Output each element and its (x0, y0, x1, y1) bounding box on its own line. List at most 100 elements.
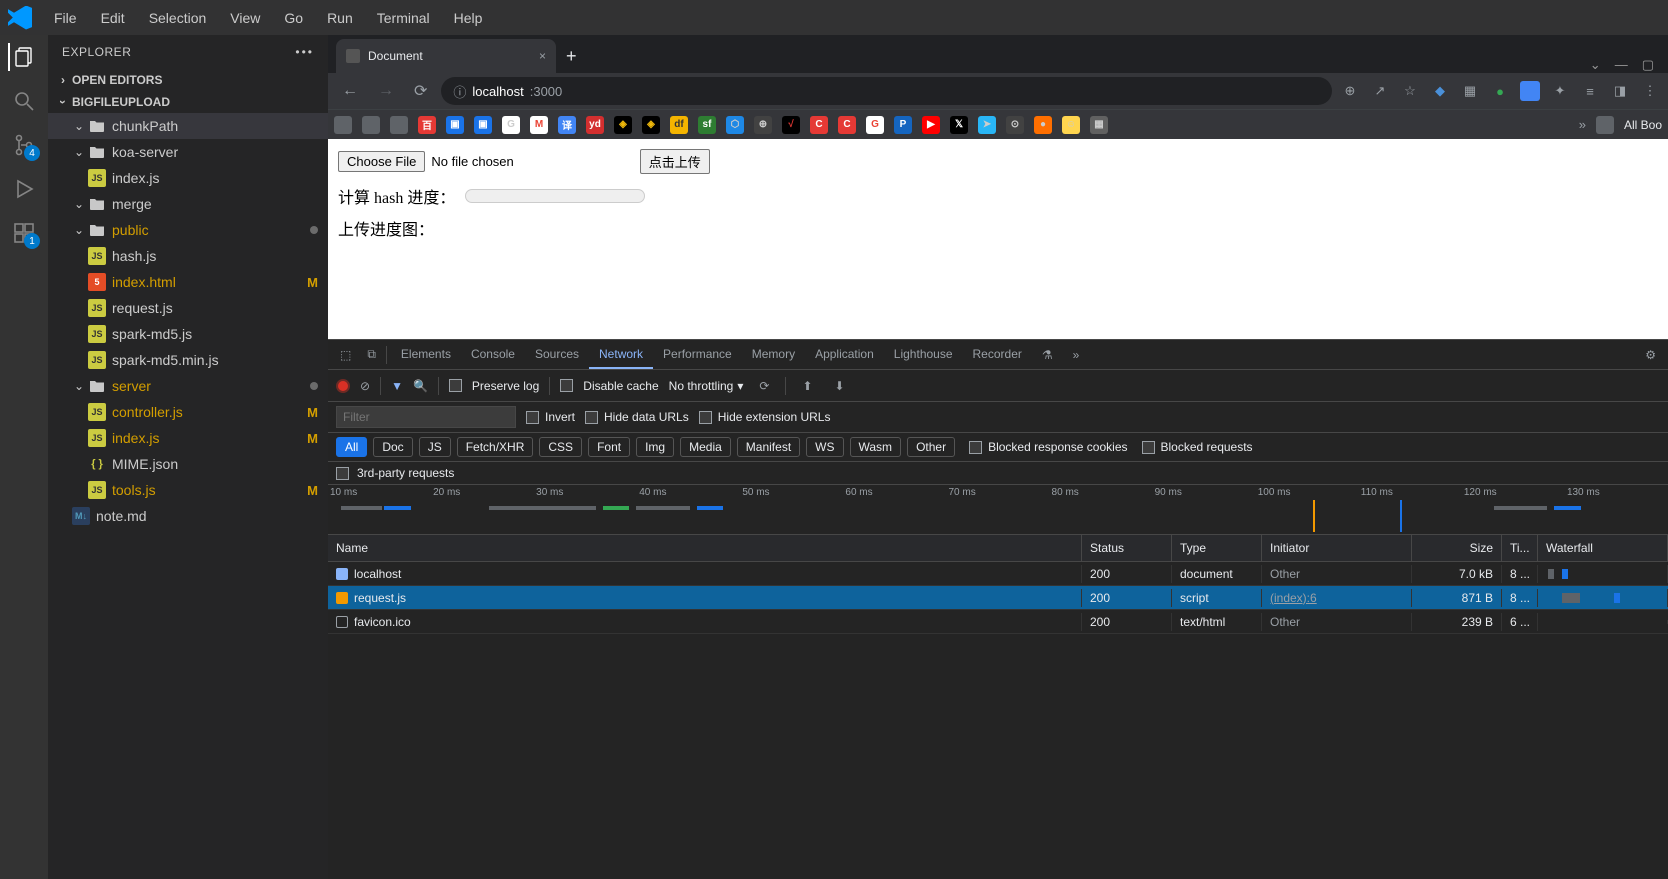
zoom-icon[interactable]: ⊕ (1340, 81, 1360, 101)
ext-2-icon[interactable]: ▦ (1460, 81, 1480, 101)
extensions-puzzle-icon[interactable]: ✦ (1550, 81, 1570, 101)
forward-button[interactable]: → (372, 78, 400, 104)
tree-item[interactable]: 5index.htmlM (48, 269, 328, 295)
blocked-requests-checkbox[interactable] (1142, 441, 1155, 454)
menu-go[interactable]: Go (274, 6, 313, 30)
network-row[interactable]: request.js200script(index):6871 B8 ... (328, 586, 1668, 610)
column-header[interactable]: Initiator (1262, 535, 1412, 561)
search-icon[interactable]: 🔍 (413, 379, 428, 393)
preserve-log-checkbox[interactable] (449, 379, 462, 392)
filter-input[interactable] (336, 406, 516, 428)
bookmark-star-icon[interactable]: ☆ (1400, 81, 1420, 101)
bookmark-item[interactable]: ⬡ (726, 116, 744, 134)
browser-tab[interactable]: Document × (336, 39, 556, 73)
bookmark-item[interactable]: P (894, 116, 912, 134)
filter-type-js[interactable]: JS (419, 437, 451, 457)
bookmark-item[interactable]: ▣ (474, 116, 492, 134)
bookmark-item[interactable]: sf (698, 116, 716, 134)
filter-type-img[interactable]: Img (636, 437, 674, 457)
bookmark-item[interactable]: C (838, 116, 856, 134)
choose-file-button[interactable]: Choose File (338, 151, 425, 172)
filter-type-manifest[interactable]: Manifest (737, 437, 800, 457)
network-row[interactable]: favicon.ico200text/htmlOther239 B6 ... (328, 610, 1668, 634)
record-button[interactable] (336, 379, 350, 393)
bookmark-item[interactable]: 译 (558, 116, 576, 134)
tree-item[interactable]: M↓note.md (48, 503, 328, 529)
project-section[interactable]: › BIGFILEUPLOAD (48, 91, 328, 113)
column-header[interactable]: Type (1172, 535, 1262, 561)
bookmark-item[interactable]: 百 (418, 116, 436, 134)
chrome-menu-icon[interactable]: ⋮ (1640, 81, 1660, 101)
all-bookmarks-label[interactable]: All Boo (1624, 118, 1662, 132)
import-har-icon[interactable]: ⬆ (796, 375, 818, 397)
tree-item[interactable]: ⌄koa-server (48, 139, 328, 165)
bookmark-item[interactable]: G (866, 116, 884, 134)
bookmark-item[interactable]: ▣ (446, 116, 464, 134)
filter-type-fetchxhr[interactable]: Fetch/XHR (457, 437, 534, 457)
open-editors-section[interactable]: › OPEN EDITORS (48, 69, 328, 91)
tree-item[interactable]: JSspark-md5.min.js (48, 347, 328, 373)
devtools-tab-performance[interactable]: Performance (653, 341, 742, 369)
clear-button[interactable]: ⊘ (360, 379, 370, 393)
tree-item[interactable]: ⌄chunkPath (48, 113, 328, 139)
export-har-icon[interactable]: ⬇ (829, 375, 851, 397)
network-row[interactable]: localhost200documentOther7.0 kB8 ... (328, 562, 1668, 586)
filter-type-ws[interactable]: WS (806, 437, 843, 457)
share-icon[interactable]: ↗ (1370, 81, 1390, 101)
bookmark-item[interactable]: yd (586, 116, 604, 134)
search-icon[interactable] (10, 87, 38, 115)
new-tab-button[interactable]: + (556, 40, 587, 73)
device-toggle-icon[interactable]: ⧉ (361, 343, 382, 366)
bookmark-item[interactable]: ☺ (1062, 116, 1080, 134)
twitter-bookmark[interactable]: 𝕏 (950, 116, 968, 134)
menu-help[interactable]: Help (444, 6, 493, 30)
menu-selection[interactable]: Selection (139, 6, 217, 30)
initiator-link[interactable]: (index):6 (1270, 591, 1317, 605)
devtools-tab-recorder[interactable]: Recorder (963, 341, 1032, 369)
bookmark-folder[interactable] (334, 116, 352, 134)
ext-3-icon[interactable]: ● (1490, 81, 1510, 101)
caret-down-icon[interactable]: ⌄ (1590, 57, 1601, 73)
site-info-icon[interactable]: ⓘ (453, 82, 466, 101)
menu-view[interactable]: View (220, 6, 270, 30)
devtools-tab-network[interactable]: Network (589, 341, 653, 369)
source-control-icon[interactable]: 4 (10, 131, 38, 159)
explorer-more-icon[interactable]: ••• (295, 45, 314, 59)
bookmark-folder[interactable] (390, 116, 408, 134)
devtools-tab-memory[interactable]: Memory (742, 341, 805, 369)
bookmark-item[interactable]: ● (1034, 116, 1052, 134)
tree-item[interactable]: { }MIME.json (48, 451, 328, 477)
devtools-tab-sources[interactable]: Sources (525, 341, 589, 369)
tree-item[interactable]: JShash.js (48, 243, 328, 269)
filter-toggle-icon[interactable]: ▼ (391, 379, 403, 393)
tree-item[interactable]: JSspark-md5.js (48, 321, 328, 347)
bookmark-item[interactable]: C (810, 116, 828, 134)
devtools-settings-icon[interactable]: ⚙ (1639, 344, 1662, 366)
tree-item[interactable]: ⌄server (48, 373, 328, 399)
filter-type-doc[interactable]: Doc (373, 437, 412, 457)
upload-button[interactable]: 点击上传 (640, 149, 710, 174)
bookmark-item[interactable]: √ (782, 116, 800, 134)
reload-button[interactable]: ⟳ (408, 77, 433, 105)
maximize-icon[interactable]: ▢ (1642, 57, 1654, 73)
filter-type-media[interactable]: Media (680, 437, 731, 457)
bookmark-item[interactable]: ▦ (1090, 116, 1108, 134)
column-header[interactable]: Name (328, 535, 1082, 561)
devtools-tab-console[interactable]: Console (461, 341, 525, 369)
address-bar[interactable]: ⓘ localhost:3000 (441, 77, 1332, 105)
invert-checkbox[interactable] (526, 411, 539, 424)
explorer-icon[interactable] (8, 43, 38, 71)
minimize-icon[interactable]: — (1615, 57, 1628, 73)
bookmark-item[interactable]: ⊙ (1006, 116, 1024, 134)
menu-terminal[interactable]: Terminal (367, 6, 440, 30)
tree-item[interactable]: ⌄merge (48, 191, 328, 217)
column-header[interactable]: Status (1082, 535, 1172, 561)
network-conditions-icon[interactable]: ⟳ (753, 375, 775, 397)
bookmark-folder[interactable] (362, 116, 380, 134)
bookmarks-overflow[interactable]: » (1579, 117, 1586, 132)
bookmark-folder[interactable] (1596, 116, 1614, 134)
hide-data-urls-checkbox[interactable] (585, 411, 598, 424)
gmail-bookmark[interactable]: M (530, 116, 548, 134)
reading-list-icon[interactable]: ≡ (1580, 81, 1600, 101)
inspect-element-icon[interactable]: ⬚ (334, 344, 357, 366)
